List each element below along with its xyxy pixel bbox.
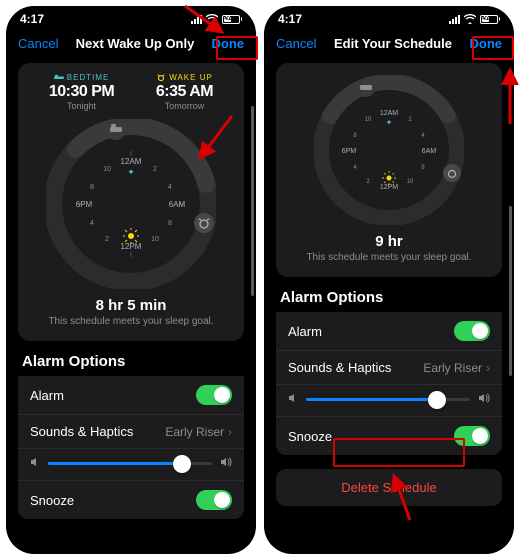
sleep-card: BEDTIME 10:30 PM Tonight WAKE UP 6:35 AM: [18, 63, 244, 341]
duration-text: 8 hr 5 min: [28, 297, 234, 314]
snooze-label: Snooze: [30, 493, 196, 508]
sounds-value: Early Riser: [165, 425, 224, 439]
stars-icon: ✦: [127, 167, 135, 177]
signal-icon: [449, 15, 460, 24]
wakeup-handle[interactable]: [194, 213, 214, 233]
nav-title: Next Wake Up Only: [76, 36, 195, 51]
sleep-card: 12AM 2 4 6AM 8 10 12PM 2 4 6PM 8 10 ✦: [276, 63, 502, 277]
alarm-row[interactable]: Alarm: [276, 312, 502, 351]
volume-slider-row: [276, 385, 502, 417]
goal-text: This schedule meets your sleep goal.: [286, 252, 492, 263]
svg-text:6PM: 6PM: [342, 148, 357, 155]
phone-left: 4:17 41 Cancel Next Wake Up Only: [6, 6, 256, 554]
dial-label-4: 4: [168, 184, 172, 191]
bedtime-block: BEDTIME 10:30 PM Tonight: [49, 73, 114, 111]
wakeup-value: 6:35 AM: [156, 83, 213, 101]
dial-label-6pm: 6PM: [76, 200, 93, 209]
speaker-high-icon: [220, 457, 232, 470]
alarm-toggle[interactable]: [196, 385, 232, 405]
dial-label-8: 8: [168, 220, 172, 227]
delete-schedule-button[interactable]: Delete Schedule: [276, 469, 502, 506]
svg-text:12AM: 12AM: [380, 110, 398, 117]
notch: [344, 6, 434, 24]
snooze-toggle[interactable]: [196, 490, 232, 510]
bed-icon: [54, 74, 64, 81]
bedtime-handle[interactable]: [357, 79, 375, 97]
wakeup-block: WAKE UP 6:35 AM Tomorrow: [156, 73, 213, 111]
duration-text: 9 hr: [286, 233, 492, 250]
scroll-indicator[interactable]: [509, 206, 512, 376]
dial-label-8p: 8: [90, 184, 94, 191]
dial-label-4p: 4: [90, 220, 94, 227]
scroll-indicator[interactable]: [251, 106, 254, 296]
cancel-button[interactable]: Cancel: [276, 36, 316, 51]
sounds-row[interactable]: Sounds & Haptics Early Riser ›: [18, 415, 244, 449]
status-time: 4:17: [20, 12, 44, 26]
alarm-label: Alarm: [30, 388, 196, 403]
nav-title: Edit Your Schedule: [334, 36, 452, 51]
done-button[interactable]: Done: [469, 36, 502, 51]
dial-label-6am: 6AM: [169, 200, 186, 209]
svg-text:6AM: 6AM: [422, 148, 437, 155]
dial-label-12am: 12AM: [121, 157, 142, 166]
bedtime-value: 10:30 PM: [49, 83, 114, 101]
snooze-toggle[interactable]: [454, 426, 490, 446]
alarm-toggle[interactable]: [454, 321, 490, 341]
done-button[interactable]: Done: [212, 36, 245, 51]
nav-bar: Cancel Next Wake Up Only Done: [6, 28, 256, 59]
wakeup-header: WAKE UP: [169, 73, 213, 82]
volume-slider[interactable]: [306, 398, 470, 401]
alarm-label: Alarm: [288, 324, 454, 339]
phone-right: 4:17 41 Cancel Edit Your Schedule: [264, 6, 514, 554]
dial-label-2: 2: [153, 166, 157, 173]
wifi-icon: [206, 14, 218, 24]
nav-bar: Cancel Edit Your Schedule Done: [264, 28, 514, 59]
sounds-label: Sounds & Haptics: [288, 360, 423, 375]
dial-label-2p: 2: [105, 236, 109, 243]
snooze-label: Snooze: [288, 429, 454, 444]
notch: [86, 6, 176, 24]
speaker-low-icon: [30, 457, 40, 470]
alarm-row[interactable]: Alarm: [18, 376, 244, 415]
alarm-options-header: Alarm Options: [264, 289, 514, 306]
alarm-icon: [156, 74, 166, 81]
bedtime-sub: Tonight: [49, 101, 114, 111]
battery-icon: 41: [480, 15, 501, 24]
goal-text: This schedule meets your sleep goal.: [28, 316, 234, 327]
bedtime-header: BEDTIME: [67, 73, 110, 82]
bedtime-handle[interactable]: [106, 120, 126, 140]
dial-label-10: 10: [151, 236, 159, 243]
alarm-options-header: Alarm Options: [6, 353, 256, 370]
sounds-label: Sounds & Haptics: [30, 424, 165, 439]
wakeup-handle[interactable]: [443, 164, 461, 182]
dial-label-10p: 10: [103, 166, 111, 173]
cancel-button[interactable]: Cancel: [18, 36, 58, 51]
snooze-row[interactable]: Snooze: [276, 417, 502, 455]
wifi-icon: [464, 14, 476, 24]
speaker-low-icon: [288, 393, 298, 406]
sleep-dial[interactable]: 12AM 2 4 6AM 8 10 12PM 2 4 6PM 8 10 ✦: [314, 75, 464, 225]
status-time: 4:17: [278, 12, 302, 26]
signal-icon: [191, 15, 202, 24]
stars-icon: ✦: [386, 118, 393, 127]
volume-slider[interactable]: [48, 462, 212, 465]
chevron-right-icon: ›: [228, 425, 232, 439]
snooze-row[interactable]: Snooze: [18, 481, 244, 519]
sounds-value: Early Riser: [423, 361, 482, 375]
svg-text:10: 10: [365, 117, 372, 123]
wakeup-sub: Tomorrow: [156, 101, 213, 111]
sounds-row[interactable]: Sounds & Haptics Early Riser ›: [276, 351, 502, 385]
svg-text:12PM: 12PM: [380, 184, 398, 191]
svg-text:10: 10: [407, 179, 414, 185]
sleep-dial[interactable]: 12AM 2 4 6AM 8 10 12PM 2 4 6PM 8 10 ✦: [46, 119, 216, 289]
chevron-right-icon: ›: [486, 361, 490, 375]
speaker-high-icon: [478, 393, 490, 406]
volume-slider-row: [18, 449, 244, 481]
battery-icon: 41: [222, 15, 243, 24]
